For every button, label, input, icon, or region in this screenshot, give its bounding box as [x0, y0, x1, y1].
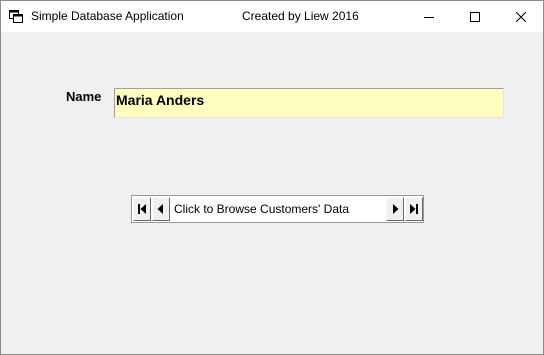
last-record-button[interactable]	[405, 197, 423, 221]
previous-record-icon	[157, 204, 163, 214]
application-window: Simple Database Application Created by L…	[0, 0, 544, 355]
last-record-icon	[410, 204, 418, 214]
next-record-icon	[393, 204, 399, 214]
window-credit: Created by Liew 2016	[242, 9, 359, 23]
next-record-button[interactable]	[386, 197, 404, 221]
title-bar[interactable]: Simple Database Application Created by L…	[1, 1, 543, 32]
window-title: Simple Database Application	[31, 9, 184, 23]
first-record-button[interactable]	[133, 197, 151, 221]
name-field[interactable]: Maria Anders	[114, 88, 504, 118]
data-control-caption: Click to Browse Customers' Data	[174, 202, 350, 216]
name-label: Name	[66, 89, 102, 104]
close-button[interactable]	[498, 1, 544, 32]
data-control[interactable]: Click to Browse Customers' Data	[131, 195, 424, 223]
app-window-icon	[9, 10, 23, 23]
maximize-button[interactable]	[452, 1, 498, 32]
previous-record-button[interactable]	[152, 197, 170, 221]
minimize-button[interactable]	[406, 1, 452, 32]
first-record-icon	[138, 204, 146, 214]
form-client-area: Name Maria Anders Click to Browse Custom…	[1, 32, 543, 354]
minimize-icon	[424, 16, 434, 18]
maximize-icon	[470, 11, 480, 22]
close-icon	[516, 11, 526, 22]
